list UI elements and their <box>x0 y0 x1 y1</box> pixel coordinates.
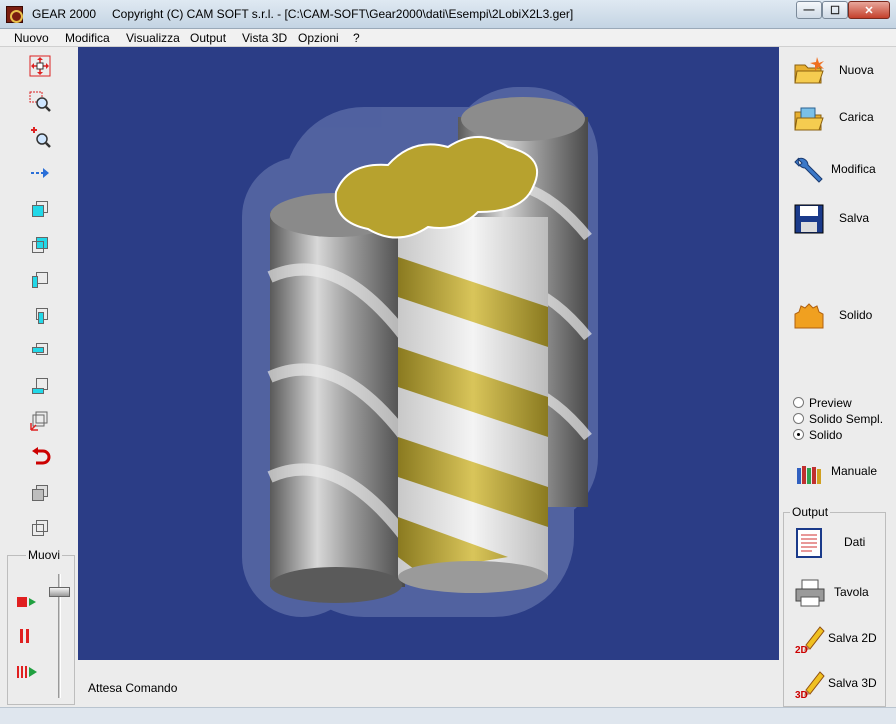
command-panel: Nuova Carica Modifica Salva Solido Previ… <box>779 47 896 707</box>
dati-label: Dati <box>844 535 866 549</box>
solid-cube-icon[interactable] <box>24 479 56 507</box>
cube-axes-icon[interactable] <box>24 407 56 435</box>
manuale-label: Manuale <box>831 464 878 478</box>
menu-bar: Nuovo Modifica Visualizza Output Vista 3… <box>0 29 896 47</box>
open-folder-icon <box>793 102 825 134</box>
minimize-icon: — <box>803 4 815 16</box>
radio-solido-sempl-label: Solido Sempl. <box>809 412 884 426</box>
close-button[interactable]: ✕ <box>848 1 890 19</box>
move-arrow-icon[interactable] <box>24 159 56 187</box>
dati-button[interactable]: Dati <box>790 523 890 563</box>
rotate-icon[interactable] <box>24 443 56 471</box>
cube-back-icon[interactable] <box>24 231 56 259</box>
cube-top-icon[interactable] <box>24 337 56 365</box>
nuova-button[interactable]: Nuova <box>789 51 889 91</box>
radio-preview-circle <box>793 397 804 408</box>
zoom-window-icon[interactable] <box>24 87 56 115</box>
floppy-disk-icon <box>793 203 825 235</box>
radio-solido-sempl[interactable]: Solido Sempl. <box>793 412 883 428</box>
salva-2d-button[interactable]: 2D Salva 2D <box>790 619 890 659</box>
radio-preview-label: Preview <box>809 396 852 410</box>
menu-modifica[interactable]: Modifica <box>65 31 110 45</box>
carica-button[interactable]: Carica <box>789 98 889 138</box>
pan-icon[interactable] <box>24 52 56 80</box>
cube-bottom-icon[interactable] <box>24 372 56 400</box>
output-group-label: Output <box>790 505 831 519</box>
save-3d-pencil-icon: 3D <box>794 668 826 701</box>
radio-solido[interactable]: Solido <box>793 428 842 444</box>
status-bar: Attesa Comando <box>78 660 779 707</box>
minimize-button[interactable]: — <box>796 1 822 19</box>
move-group-label: Muovi <box>26 548 63 562</box>
menu-nuovo[interactable]: Nuovo <box>14 31 49 45</box>
step-forward-icon[interactable] <box>16 664 38 680</box>
menu-vista-3d[interactable]: Vista 3D <box>242 31 287 45</box>
app-icon[interactable] <box>6 6 23 23</box>
radio-solido-circle <box>793 429 804 440</box>
salva-label: Salva <box>839 211 870 225</box>
radio-preview[interactable]: Preview <box>793 396 852 412</box>
close-icon: ✕ <box>864 4 874 17</box>
gear-render <box>242 87 598 617</box>
modifica-label: Modifica <box>831 162 876 176</box>
window-title: Copyright (C) CAM SOFT s.r.l. - [C:\CAM-… <box>112 7 574 21</box>
cube-left-icon[interactable] <box>24 266 56 294</box>
move-group: Muovi <box>7 548 75 705</box>
status-text: Attesa Comando <box>88 681 178 695</box>
output-group: Output Dati Tavola 2D Salva 2D 3D Salva … <box>783 505 886 707</box>
center-rotor <box>398 217 548 593</box>
menu-visualizza[interactable]: Visualizza <box>126 31 180 45</box>
manuale-button[interactable]: Manuale <box>789 452 889 492</box>
title-bar: GEAR 2000 Copyright (C) CAM SOFT s.r.l. … <box>0 0 896 29</box>
solido-button[interactable]: Solido <box>789 296 889 336</box>
books-icon <box>793 456 825 488</box>
cube-right-icon[interactable] <box>24 302 56 330</box>
radio-solido-sempl-circle <box>793 413 804 424</box>
svg-text:3D: 3D <box>795 690 808 700</box>
salva-button[interactable]: Salva <box>789 199 889 239</box>
3d-viewport[interactable] <box>78 47 779 660</box>
tavola-label: Tavola <box>834 585 869 599</box>
salva-3d-button[interactable]: 3D Salva 3D <box>790 664 890 704</box>
menu-opzioni[interactable]: Opzioni <box>298 31 339 45</box>
wire-cube-icon[interactable] <box>24 514 56 542</box>
salva-3d-label: Salva 3D <box>828 676 877 690</box>
pause-icon[interactable] <box>16 628 38 644</box>
svg-text:2D: 2D <box>795 645 808 655</box>
cube-front-icon[interactable] <box>24 195 56 223</box>
nuova-label: Nuova <box>839 63 874 77</box>
tavola-button[interactable]: Tavola <box>790 573 890 613</box>
radio-solido-label: Solido <box>809 428 843 442</box>
solid-gear-icon <box>793 300 825 332</box>
wrench-icon <box>793 154 825 186</box>
view-toolbar: Muovi <box>0 47 78 707</box>
maximize-icon: ☐ <box>830 4 840 17</box>
carica-label: Carica <box>839 110 874 124</box>
window-bottom-border <box>0 707 896 724</box>
play-icon[interactable] <box>16 594 38 610</box>
menu-output[interactable]: Output <box>190 31 226 45</box>
printer-icon <box>794 577 826 609</box>
new-folder-icon <box>793 55 825 87</box>
data-sheet-icon <box>794 527 826 559</box>
menu-help[interactable]: ? <box>353 31 360 45</box>
speed-slider-thumb[interactable] <box>49 587 70 597</box>
zoom-in-icon[interactable] <box>24 123 56 151</box>
modifica-button[interactable]: Modifica <box>789 150 889 190</box>
app-name: GEAR 2000 <box>32 7 97 21</box>
solido-label: Solido <box>839 308 873 322</box>
save-2d-pencil-icon: 2D <box>794 623 826 656</box>
salva-2d-label: Salva 2D <box>828 631 877 645</box>
maximize-button[interactable]: ☐ <box>822 1 848 19</box>
left-rotor <box>267 193 410 603</box>
